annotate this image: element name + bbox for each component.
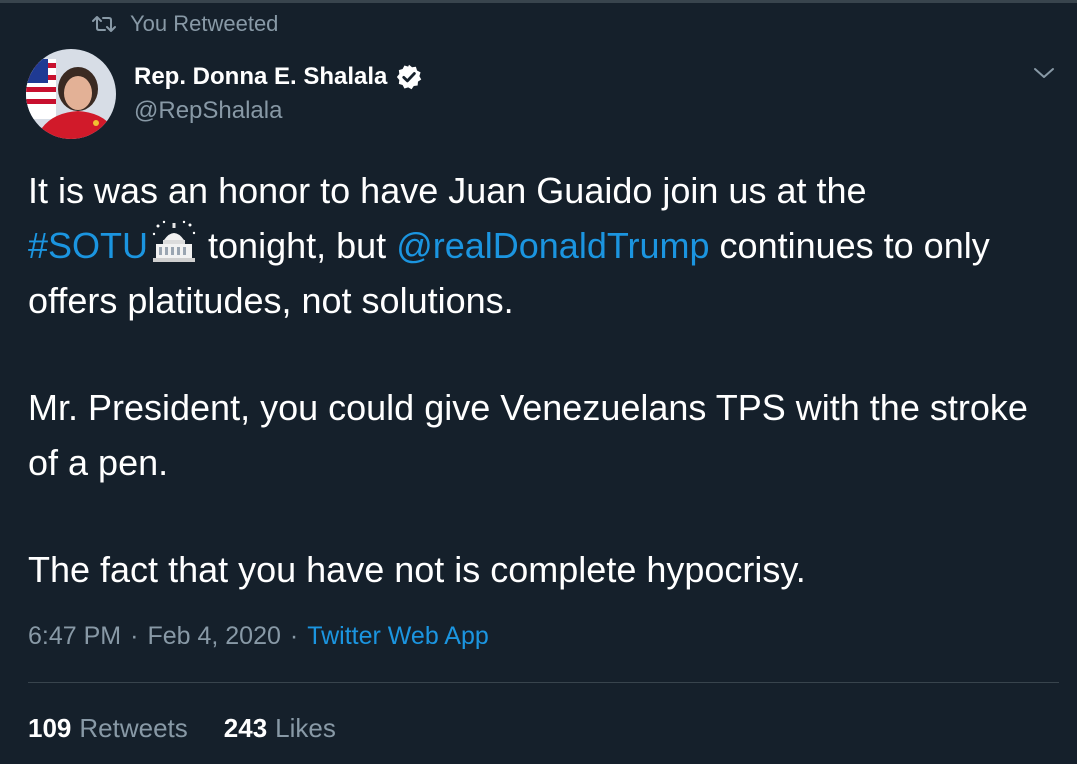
avatar[interactable] — [26, 49, 116, 139]
tweet-card: You Retweeted Rep. Donna E. Shalala @Rep… — [0, 0, 1077, 764]
author-block: Rep. Donna E. Shalala @RepShalala — [134, 61, 423, 125]
divider — [28, 682, 1059, 683]
author-name[interactable]: Rep. Donna E. Shalala — [134, 63, 387, 91]
mention-link[interactable]: @realDonaldTrump — [396, 225, 709, 266]
tweet-date[interactable]: Feb 4, 2020 — [147, 622, 280, 651]
chevron-down-icon[interactable] — [1031, 63, 1057, 83]
tweet-text: It is was an honor to have Juan Guaido j… — [28, 163, 1048, 597]
flag-background — [26, 59, 56, 119]
tweet-paragraph-1: It is was an honor to have Juan Guaido j… — [28, 163, 1048, 328]
tweet-source-link[interactable]: Twitter Web App — [307, 622, 489, 651]
social-context-text: You Retweeted — [130, 11, 279, 36]
hashtag-link[interactable]: #SOTU — [28, 225, 148, 266]
tweet-time[interactable]: 6:47 PM — [28, 622, 121, 651]
author-name-row[interactable]: Rep. Donna E. Shalala — [134, 61, 423, 93]
likes-stat[interactable]: 243 Likes — [224, 713, 336, 744]
likes-count: 243 — [223, 713, 268, 743]
retweet-icon — [92, 16, 116, 32]
avatar-image — [26, 49, 116, 139]
tweet-text-segment: It is was an honor to have Juan Guaido j… — [28, 170, 867, 211]
tweet-text-segment: tonight, but — [208, 225, 387, 266]
meta-separator: · — [289, 622, 299, 650]
verified-badge-icon — [397, 64, 422, 90]
tweet-stats: 109 Retweets 243 Likes — [28, 713, 336, 744]
tweet-meta: 6:47 PM · Feb 4, 2020 · Twitter Web App — [28, 622, 489, 651]
meta-separator: · — [130, 622, 139, 650]
social-context[interactable]: You Retweeted — [92, 11, 278, 37]
capitol-building-emoji-icon — [152, 220, 196, 262]
retweets-stat[interactable]: 109 Retweets — [28, 713, 188, 744]
likes-label: Likes — [275, 713, 336, 743]
tweet-paragraph-2: Mr. President, you could give Venezuelan… — [28, 387, 1028, 483]
author-handle[interactable]: @RepShalala — [134, 97, 423, 125]
retweets-count: 109 — [28, 713, 72, 743]
tweet-paragraph-3: The fact that you have not is complete h… — [28, 549, 806, 590]
retweets-label: Retweets — [79, 713, 188, 743]
